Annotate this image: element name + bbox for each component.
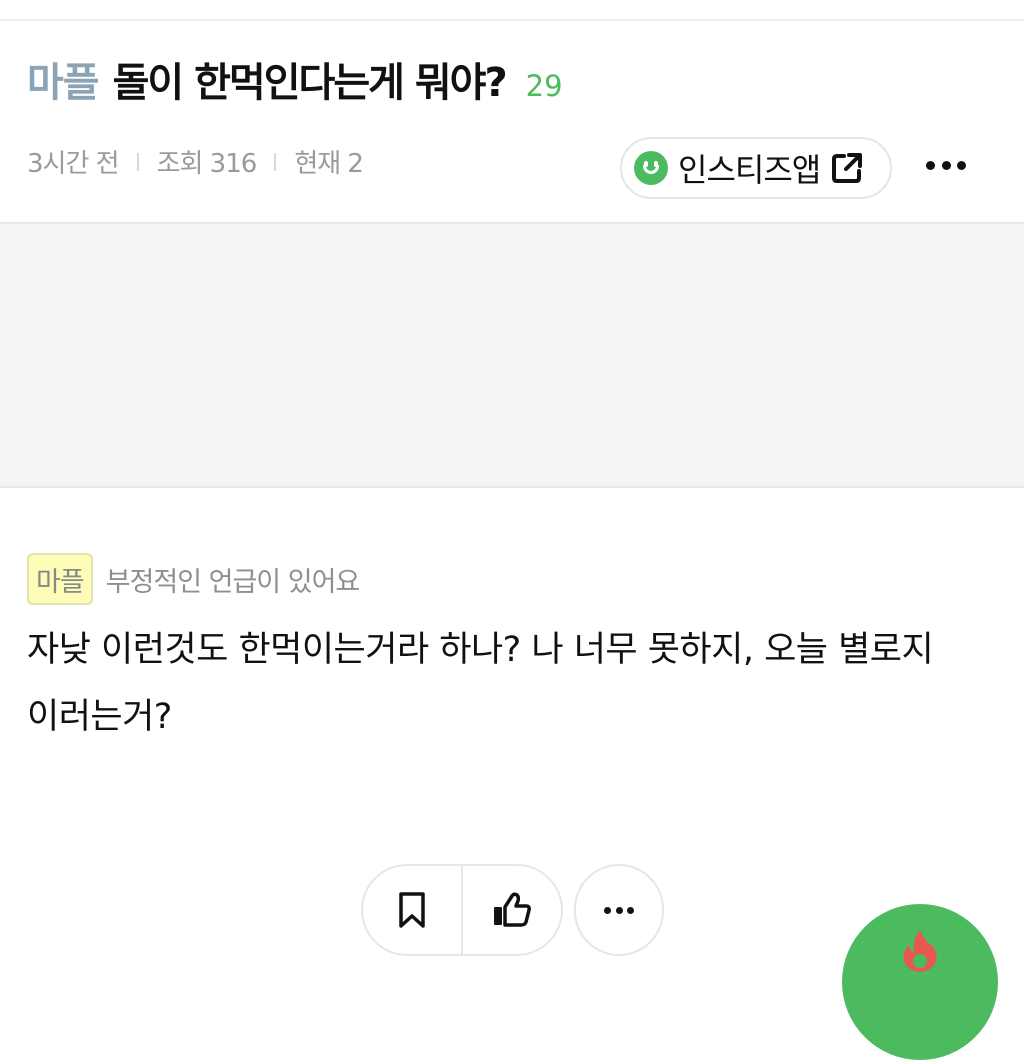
comment-tag-row: 마플 부정적인 언급이 있어요 [27,553,361,605]
more-icon [926,160,935,170]
like-button[interactable] [463,866,561,954]
external-link-icon [832,153,863,183]
open-app-button[interactable]: 인스티즈앱 [620,137,892,199]
negative-mention-warning: 부정적인 언급이 있어요 [105,566,361,598]
meta-separator [136,152,139,171]
bookmark-button[interactable] [363,866,461,954]
post-time: 3시간 전 [27,149,120,179]
post-more-button[interactable] [926,158,966,172]
post-meta: 3시간 전 조회 316 현재 2 [27,143,364,180]
post-current-viewers: 현재 2 [294,149,364,179]
comment-category-badge: 마플 [27,553,93,605]
ad-placeholder [0,224,1024,486]
post-body-text: 자낮 이런것도 한먹이는거라 하나? 나 너무 못하지, 오늘 별로지 이러는거… [27,630,934,737]
post-views: 조회 316 [156,149,258,179]
post-title: 돌이 한먹인다는게 뭐야? [112,60,508,106]
open-app-label: 인스티즈앱 [678,151,821,189]
ad-divider [0,486,1024,488]
post-title-row: 마플 돌이 한먹인다는게 뭐야? 29 [27,50,563,108]
post-category[interactable]: 마플 [27,50,100,108]
fire-icon [903,930,937,972]
action-pill [361,864,563,956]
hot-posts-fab[interactable] [842,904,998,1060]
meta-separator [274,152,277,171]
bookmark-icon [399,892,425,928]
thumbs-up-icon [494,892,531,927]
more-icon [604,906,634,914]
comment-count[interactable]: 29 [526,69,563,103]
comment-more-button[interactable] [574,864,664,956]
smile-icon [634,151,668,185]
